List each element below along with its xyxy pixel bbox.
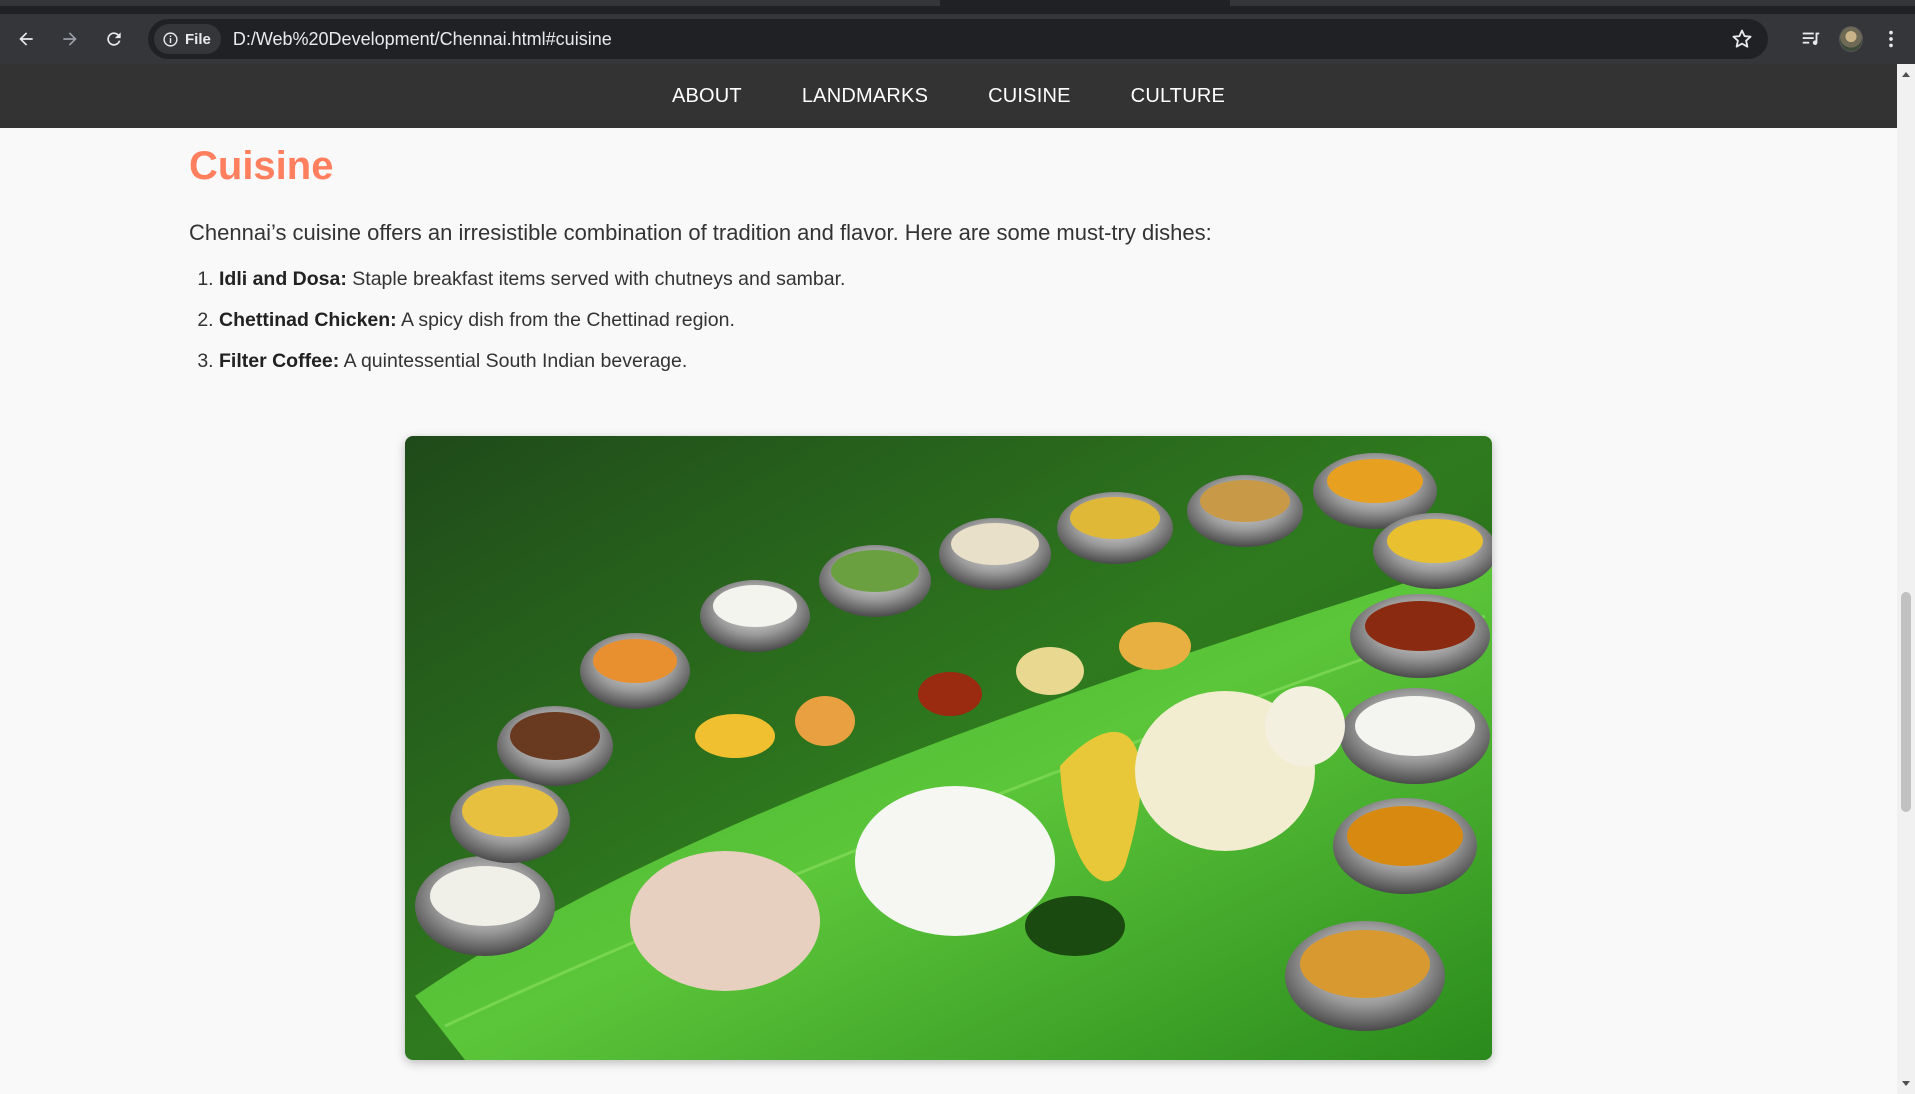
- forward-button[interactable]: [52, 21, 88, 57]
- tab-edge-left: [0, 0, 940, 6]
- back-button[interactable]: [8, 21, 44, 57]
- browser-toolbar: File D:/Web%20Development/Chennai.html#c…: [0, 14, 1915, 64]
- scroll-up-icon[interactable]: [1902, 72, 1910, 77]
- list-item: Filter Coffee: A quintessential South In…: [219, 350, 1689, 373]
- dish-description: A spicy dish from the Chettinad region.: [396, 308, 735, 331]
- nav-link-culture[interactable]: CULTURE: [1131, 85, 1225, 108]
- dish-name: Idli and Dosa:: [219, 267, 347, 290]
- section-title: Cuisine: [189, 144, 334, 188]
- star-icon: [1732, 29, 1752, 48]
- site-navbar: ABOUT LANDMARKS CUISINE CULTURE: [0, 64, 1897, 128]
- nav-link-cuisine[interactable]: CUISINE: [988, 85, 1071, 108]
- reload-button[interactable]: [96, 21, 132, 57]
- bookmark-button[interactable]: [1730, 27, 1754, 51]
- dish-description: Staple breakfast items served with chutn…: [346, 267, 846, 290]
- nav-link-landmarks[interactable]: LANDMARKS: [802, 85, 928, 108]
- media-control-button[interactable]: [1799, 27, 1823, 51]
- intro-paragraph: Chennai’s cuisine offers an irresistible…: [189, 220, 1212, 245]
- page-viewport: ABOUT LANDMARKS CUISINE CULTURE Cuisine …: [0, 64, 1897, 1094]
- media-icon: [1802, 32, 1820, 46]
- toolbar-right-icons: [1799, 14, 1915, 64]
- back-icon: [19, 32, 33, 46]
- address-bar[interactable]: File D:/Web%20Development/Chennai.html#c…: [148, 19, 1768, 59]
- forward-icon: [63, 32, 77, 46]
- cuisine-section: Cuisine Chennai’s cuisine offers an irre…: [189, 144, 1689, 392]
- list-item: Chettinad Chicken: A spicy dish from the…: [219, 309, 1689, 332]
- menu-icon: [1889, 30, 1893, 48]
- nav-link-about[interactable]: ABOUT: [672, 85, 742, 108]
- info-icon: [163, 31, 178, 47]
- tab-strip: [0, 0, 1915, 14]
- tab-edge-right: [1230, 0, 1915, 6]
- reload-icon: [107, 32, 121, 46]
- avatar: [1839, 26, 1863, 52]
- url-text[interactable]: D:/Web%20Development/Chennai.html#cuisin…: [233, 29, 612, 50]
- profile-button[interactable]: [1839, 26, 1863, 52]
- list-item: Idli and Dosa: Staple breakfast items se…: [219, 268, 1689, 291]
- page-scrollbar[interactable]: [1897, 64, 1915, 1094]
- dish-list: Idli and Dosa: Staple breakfast items se…: [189, 268, 1689, 374]
- cuisine-photo: [405, 436, 1492, 1060]
- site-chip-label: File: [185, 30, 211, 48]
- scroll-down-icon[interactable]: [1902, 1081, 1910, 1086]
- site-info-chip[interactable]: File: [154, 24, 221, 54]
- scrollbar-thumb[interactable]: [1901, 592, 1911, 812]
- browser-menu-button[interactable]: [1879, 27, 1903, 51]
- dish-name: Chettinad Chicken:: [219, 308, 397, 331]
- banana-leaf-meal-image: [405, 436, 1492, 1060]
- dish-description: A quintessential South Indian beverage.: [339, 350, 688, 373]
- dish-name: Filter Coffee:: [219, 350, 340, 373]
